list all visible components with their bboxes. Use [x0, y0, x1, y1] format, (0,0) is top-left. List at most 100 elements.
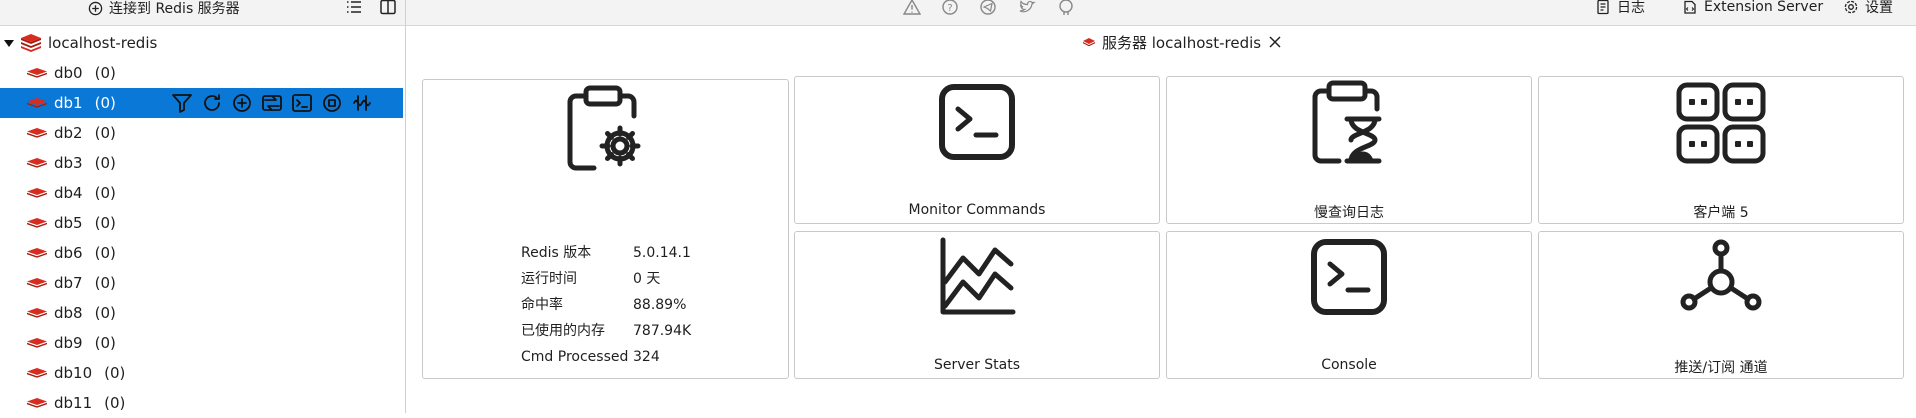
- clients-card[interactable]: 客户端 5: [1538, 76, 1904, 224]
- filter-icon[interactable]: [170, 91, 194, 115]
- database-icon: [26, 247, 48, 259]
- plus-circle-icon: [88, 1, 103, 16]
- database-name: db0: [54, 64, 83, 82]
- info-value: 324: [633, 349, 660, 365]
- line-chart-icon: [937, 236, 1017, 320]
- log-label: 日志: [1617, 0, 1645, 16]
- stream-icon[interactable]: [350, 91, 374, 115]
- chevron-down-icon[interactable]: [4, 38, 14, 48]
- database-name: db8: [54, 304, 83, 322]
- database-icon: [26, 277, 48, 289]
- settings-button[interactable]: 设置: [1843, 0, 1893, 18]
- database-name: db5: [54, 214, 83, 232]
- database-key-count: (0): [94, 304, 116, 322]
- connection-tree: localhost-redis db0 (0) db1 (0) db2 (0) db3 (0)…: [0, 28, 405, 418]
- extension-server-label: Extension Server: [1704, 0, 1824, 15]
- info-key: 已使用的内存: [521, 323, 605, 339]
- toggle-panel-button[interactable]: [378, 0, 400, 19]
- database-icon: [26, 187, 48, 199]
- info-row: Cmd Processed 324: [521, 344, 691, 370]
- pubsub-card[interactable]: 推送/订阅 通道: [1538, 231, 1904, 379]
- list-icon: [344, 0, 366, 17]
- server-stats-card[interactable]: Server Stats: [794, 231, 1160, 379]
- database-name: db2: [54, 124, 83, 142]
- warning-icon: [902, 0, 922, 17]
- database-item[interactable]: db5 (0): [0, 208, 405, 238]
- database-item[interactable]: db2 (0): [0, 118, 405, 148]
- database-item[interactable]: db9 (0): [0, 328, 405, 358]
- twitter-button[interactable]: [1017, 0, 1037, 17]
- connections-toolbar: 连接到 Redis 服务器: [0, 0, 405, 26]
- connection-name: localhost-redis: [48, 34, 158, 52]
- database-key-count: (0): [94, 334, 116, 352]
- info-row: 已使用的内存 787.94K: [521, 318, 691, 344]
- twitter-icon: [1017, 0, 1037, 17]
- console-icon[interactable]: [290, 91, 314, 115]
- list-view-button[interactable]: [344, 0, 366, 19]
- database-item[interactable]: db11 (0): [0, 388, 405, 418]
- info-key: 运行时间: [521, 271, 577, 287]
- database-key-count: (0): [94, 154, 116, 172]
- database-list: db0 (0) db1 (0) db2 (0) db3 (0) db4 (0) db5 (0) db6 (…: [0, 58, 405, 418]
- database-icon: [26, 217, 48, 229]
- database-actions: [170, 91, 374, 115]
- connection-item[interactable]: localhost-redis: [0, 28, 405, 58]
- reload-keys-icon[interactable]: [260, 91, 284, 115]
- monitor-commands-card[interactable]: Monitor Commands: [794, 76, 1160, 224]
- warning-button[interactable]: [902, 0, 922, 17]
- telegram-icon: [978, 0, 998, 17]
- console-card[interactable]: Console: [1166, 231, 1532, 379]
- database-item[interactable]: db1 (0): [0, 88, 403, 118]
- database-key-count: (0): [94, 214, 116, 232]
- github-button[interactable]: [1056, 0, 1076, 17]
- github-icon: [1056, 0, 1076, 17]
- refresh-icon[interactable]: [200, 91, 224, 115]
- help-button[interactable]: ?: [940, 0, 960, 17]
- database-name: db6: [54, 244, 83, 262]
- close-icon[interactable]: [1267, 34, 1283, 50]
- server-tab[interactable]: 服务器 localhost-redis: [1082, 30, 1283, 54]
- database-item[interactable]: db7 (0): [0, 268, 405, 298]
- pubsub-label: 推送/订阅 通道: [1674, 360, 1768, 376]
- database-name: db11: [54, 394, 93, 412]
- terminal-icon: [938, 83, 1016, 165]
- database-key-count: (0): [104, 364, 126, 382]
- memory-icon[interactable]: [320, 91, 344, 115]
- clients-grid-icon: [1675, 81, 1767, 169]
- database-name: db1: [54, 94, 83, 112]
- clients-label: 客户端 5: [1693, 205, 1749, 221]
- connect-redis-button[interactable]: 连接到 Redis 服务器: [88, 0, 240, 20]
- clipboard-hourglass-icon: [1309, 79, 1389, 169]
- settings-label: 设置: [1865, 0, 1893, 16]
- database-name: db10: [54, 364, 93, 382]
- extension-icon: [1682, 0, 1698, 15]
- database-key-count: (0): [94, 244, 116, 262]
- info-row: Redis 版本 5.0.14.1: [521, 240, 691, 266]
- split-panel-icon: [378, 0, 400, 17]
- database-icon: [26, 367, 48, 379]
- server-info-table: Redis 版本 5.0.14.1 运行时间 0 天命中率 88.89% 已使用的内存 78…: [521, 240, 691, 370]
- database-item[interactable]: db8 (0): [0, 298, 405, 328]
- database-item[interactable]: db0 (0): [0, 58, 405, 88]
- console-label: Console: [1321, 357, 1377, 373]
- database-item[interactable]: db6 (0): [0, 238, 405, 268]
- database-item[interactable]: db3 (0): [0, 148, 405, 178]
- extension-server-button[interactable]: Extension Server: [1682, 0, 1823, 18]
- connect-redis-label: 连接到 Redis 服务器: [109, 1, 240, 17]
- database-key-count: (0): [104, 394, 126, 412]
- info-key: Cmd Processed: [521, 349, 629, 365]
- slow-log-card[interactable]: 慢查询日志: [1166, 76, 1532, 224]
- clipboard-gear-icon: [564, 84, 648, 176]
- database-icon: [26, 97, 48, 109]
- database-item[interactable]: db10 (0): [0, 358, 405, 388]
- redis-logo-icon: [20, 33, 42, 53]
- telegram-button[interactable]: [978, 0, 998, 17]
- info-key: Redis 版本: [521, 245, 592, 261]
- database-name: db9: [54, 334, 83, 352]
- database-item[interactable]: db4 (0): [0, 178, 405, 208]
- log-button[interactable]: 日志: [1595, 0, 1645, 18]
- database-icon: [26, 337, 48, 349]
- database-icon: [26, 397, 48, 409]
- plus-circle-icon[interactable]: [230, 91, 254, 115]
- database-key-count: (0): [94, 64, 116, 82]
